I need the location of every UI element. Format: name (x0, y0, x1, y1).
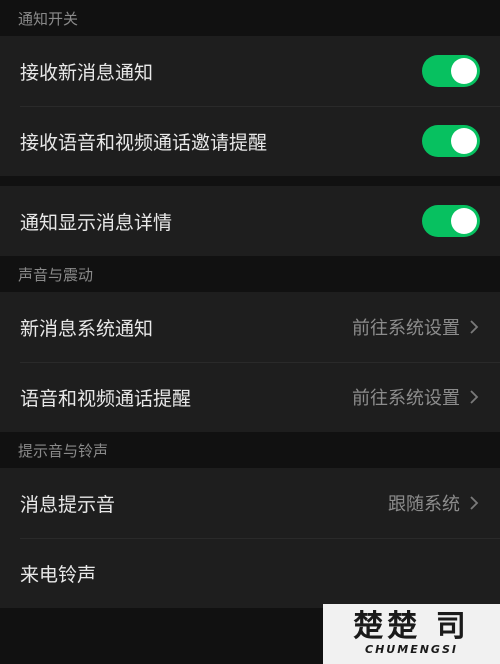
row-system-notify[interactable]: 新消息系统通知 前往系统设置 (0, 292, 500, 362)
chevron-right-icon (470, 320, 479, 334)
section-title: 提示音与铃声 (18, 441, 109, 460)
watermark-subtitle: CHUMENGSI (365, 643, 458, 656)
row-show-message-detail[interactable]: 通知显示消息详情 (0, 186, 500, 256)
toggle-knob (451, 58, 477, 84)
row-label: 新消息系统通知 (20, 317, 154, 340)
chevron-right-icon (470, 390, 479, 404)
new-message-toggle[interactable] (422, 55, 480, 87)
watermark-title: 楚楚 司 (353, 609, 470, 644)
row-value: 跟随系统 (388, 494, 460, 515)
toggle-knob (451, 128, 477, 154)
row-value: 前往系统设置 (352, 318, 460, 339)
row-label: 接收语音和视频通话邀请提醒 (20, 131, 268, 154)
row-label: 消息提示音 (20, 493, 116, 516)
group-gap (0, 176, 500, 186)
section-header-sound: 声音与震动 (0, 256, 500, 292)
notify-group: 接收新消息通知 接收语音和视频通话邀请提醒 (0, 36, 500, 176)
row-ringtone[interactable]: 来电铃声 (0, 538, 500, 608)
row-value: 前往系统设置 (352, 388, 460, 409)
row-label: 语音和视频通话提醒 (20, 387, 192, 410)
chevron-right-icon (470, 496, 479, 510)
call-invite-toggle[interactable] (422, 125, 480, 157)
row-call-remind[interactable]: 语音和视频通话提醒 前往系统设置 (0, 362, 500, 432)
tone-group: 消息提示音 跟随系统 来电铃声 (0, 468, 500, 608)
section-header-tone: 提示音与铃声 (0, 432, 500, 468)
message-detail-toggle[interactable] (422, 205, 480, 237)
toggle-knob (451, 208, 477, 234)
row-label: 通知显示消息详情 (20, 211, 173, 234)
section-title: 通知开关 (18, 9, 79, 28)
watermark-logo: 楚楚 司 CHUMENGSI (323, 604, 500, 664)
row-call-invite-notify[interactable]: 接收语音和视频通话邀请提醒 (0, 106, 500, 176)
row-new-message-notify[interactable]: 接收新消息通知 (0, 36, 500, 106)
notify-detail-group: 通知显示消息详情 (0, 186, 500, 256)
row-label: 来电铃声 (20, 563, 97, 586)
section-header-notify: 通知开关 (0, 0, 500, 36)
row-label: 接收新消息通知 (20, 61, 154, 84)
sound-group: 新消息系统通知 前往系统设置 语音和视频通话提醒 前往系统设置 (0, 292, 500, 432)
section-title: 声音与震动 (18, 265, 94, 284)
row-message-tone[interactable]: 消息提示音 跟随系统 (0, 468, 500, 538)
